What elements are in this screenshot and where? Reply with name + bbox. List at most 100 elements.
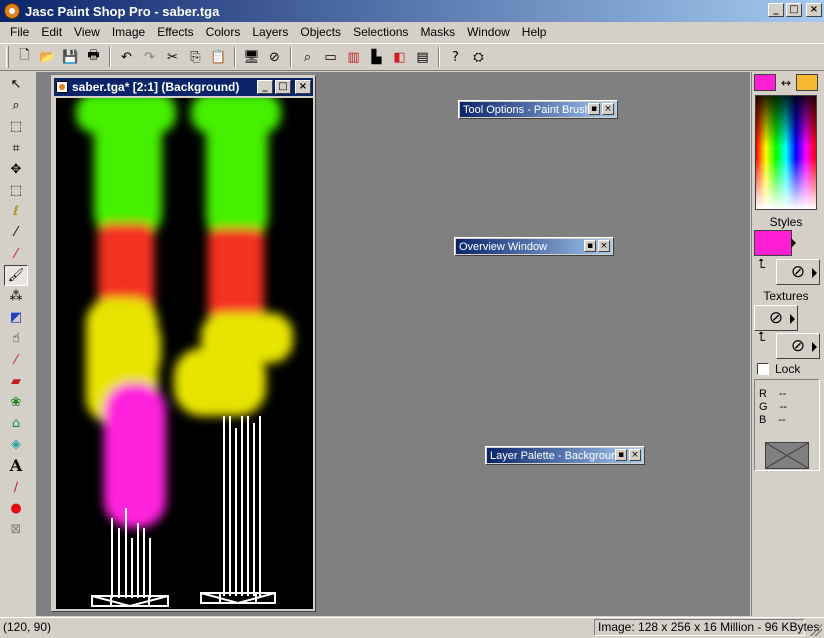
preset-shapes-icon[interactable]: ● [4,498,28,519]
open-icon[interactable]: 📂 [36,46,59,68]
overview-close-button[interactable]: × [598,240,610,252]
saber-green-left-top [76,98,176,133]
print-icon[interactable]: 🖶 [82,46,105,68]
saber-yellow-left-edge [141,328,161,368]
scratch-remover-icon[interactable]: ⁄ [4,349,28,370]
copy-icon[interactable]: ⎘ [184,46,207,68]
doc-maximize-button[interactable]: □ [275,80,291,94]
layer-close-button[interactable]: × [629,449,641,461]
background-swatch[interactable] [796,74,818,91]
zoom-icon[interactable]: ⌕ [296,46,319,68]
color-replacer-icon[interactable]: ◩ [4,307,28,328]
background-style-button[interactable]: ⊘ [776,259,820,285]
undo-icon[interactable]: ↶ [115,46,138,68]
retouch-icon[interactable]: ☝ [4,328,28,349]
minimize-button[interactable]: _ [768,3,784,17]
overview-icon[interactable]: ⊘ [263,46,286,68]
text-icon[interactable]: A [4,455,28,476]
b-value: -- [778,414,786,426]
paint-brush-icon[interactable]: 🖌 [4,264,28,286]
close-button[interactable]: × [806,3,822,17]
object-selector-icon[interactable]: ⊠ [4,519,28,540]
menu-window[interactable]: Window [461,25,516,39]
document-window: saber.tga* [2:1] (Background) _ □ × [51,75,316,612]
tool-palette: ↖ ⌕ ⬚ ⌗ ✥ ⬚ ℓ ⁄ ⁄ 🖌 ⁂ ◩ ☝ ⁄ ▰ ❀ ⌂ ◈ A ∕ … [4,74,30,614]
image-canvas[interactable] [56,98,313,609]
tool-options-icon[interactable]: ▭ [319,46,342,68]
overview-window-palette[interactable]: Overview Window ▪ × [454,237,614,256]
menu-layers[interactable]: Layers [246,25,294,39]
styles-label: Styles [769,215,803,229]
script-icon[interactable]: ⛭ [467,46,490,68]
overview-pin-button[interactable]: ▪ [584,240,596,252]
resize-grip[interactable] [810,624,822,636]
saber-image [76,98,293,608]
menu-view[interactable]: View [68,25,106,39]
redo-icon[interactable]: ↷ [138,46,161,68]
chevron-right-icon [812,268,817,278]
foreground-texture-button[interactable]: ⊘ [754,305,798,331]
menu-objects[interactable]: Objects [294,25,347,39]
swap-styles-icon[interactable]: ⮤ [758,257,766,272]
lock-checkbox[interactable] [757,363,769,375]
magic-wand-icon[interactable]: ⁄ [4,222,28,243]
background-texture-button[interactable]: ⊘ [776,333,820,359]
maximize-button[interactable]: □ [786,3,802,17]
tool-options-pin-button[interactable]: ▪ [588,103,600,115]
save-icon[interactable]: 💾 [59,46,82,68]
paste-icon[interactable]: 📋 [207,46,230,68]
menu-help[interactable]: Help [516,25,553,39]
cut-icon[interactable]: ✂ [161,46,184,68]
swap-colors-icon[interactable]: ↔ [776,76,796,90]
mover-icon[interactable]: ✥ [4,159,28,180]
menu-edit[interactable]: Edit [35,25,68,39]
workspace: saber.tga* [2:1] (Background) _ □ × Tool… [36,72,750,616]
doc-minimize-button[interactable]: _ [257,80,273,94]
toolbar-grip[interactable] [6,46,9,68]
airbrush-icon[interactable]: ⌂ [4,413,28,434]
menu-effects[interactable]: Effects [151,25,199,39]
tool-options-palette[interactable]: Tool Options - Paint Brush ▪ × [458,100,618,119]
dropper-icon[interactable]: ⁄ [4,244,28,265]
arrow-icon[interactable]: ↖ [4,74,28,95]
foreground-swatch[interactable] [754,74,776,91]
menu-masks[interactable]: Masks [414,25,461,39]
overview-window-icon[interactable]: ▤ [411,46,434,68]
cursor-coordinates: (120, 90) [3,620,52,634]
paint-shop-pro-icon[interactable] [4,3,20,19]
swap-textures-icon[interactable]: ⮤ [758,330,766,345]
menu-file[interactable]: File [4,25,35,39]
menu-image[interactable]: Image [106,25,151,39]
document-icon[interactable] [56,81,68,93]
color-preview [765,442,809,469]
blade-streaks-right [223,416,261,596]
layer-palette[interactable]: Layer Palette - Background ▪ × [485,446,645,465]
zoom-icon[interactable]: ⌕ [4,95,28,116]
help-icon[interactable]: ? [444,46,467,68]
crop-icon[interactable]: ⌗ [4,138,28,159]
color-spectrum[interactable] [755,95,817,210]
deform-icon[interactable]: ⬚ [4,116,28,137]
lock-label: Lock [775,362,801,376]
freehand-icon[interactable]: ℓ [4,201,28,222]
clone-brush-icon[interactable]: ⁂ [4,286,28,307]
document-title-bar[interactable]: saber.tga* [2:1] (Background) _ □ × [54,78,313,96]
new-icon[interactable]: 🗋 [13,46,36,68]
tool-options-close-button[interactable]: × [602,103,614,115]
selection-icon[interactable]: ⬚ [4,180,28,201]
foreground-style-button[interactable] [754,230,798,256]
color-palette-icon[interactable]: ▥ [342,46,365,68]
picture-tube-icon[interactable]: ❀ [4,392,28,413]
layers-icon[interactable]: ◧ [388,46,411,68]
layer-pin-button[interactable]: ▪ [615,449,627,461]
flood-fill-icon[interactable]: ◈ [4,434,28,455]
saber-green-right-top [191,98,281,133]
saber-yellow-right-lower [174,348,266,416]
full-screen-preview-icon[interactable]: 🖥 [240,46,263,68]
doc-close-button[interactable]: × [295,80,311,94]
eraser-icon[interactable]: ▰ [4,371,28,392]
menu-colors[interactable]: Colors [200,25,247,39]
histogram-icon[interactable]: ▙ [365,46,388,68]
draw-icon[interactable]: ∕ [4,477,28,498]
menu-selections[interactable]: Selections [347,25,414,39]
